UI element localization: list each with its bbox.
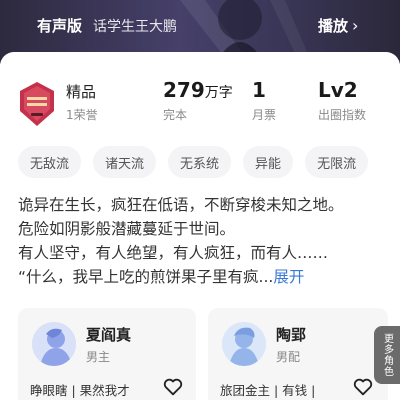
- quality-badge-icon: [20, 82, 54, 126]
- tag-chip[interactable]: 无限流: [305, 146, 369, 178]
- expand-link[interactable]: 展开: [273, 268, 304, 286]
- avatar: [32, 322, 76, 366]
- heart-icon[interactable]: [162, 376, 184, 398]
- play-label: 播放: [318, 17, 349, 35]
- level-value: Lv2: [318, 78, 358, 102]
- synopsis-line: 诡异在生长，疯狂在低语，不断穿梭未知之地。: [18, 196, 344, 214]
- monthly-votes-value: 1: [252, 78, 266, 102]
- audio-narrator: 话学生王大鹏: [93, 19, 177, 35]
- audio-version-label: 有声版: [37, 17, 83, 35]
- chevron-right-icon: ›: [352, 16, 359, 35]
- character-role: 男配: [276, 350, 301, 364]
- tag-chip[interactable]: 无敌流: [18, 146, 82, 178]
- completion-status: 完本: [163, 108, 188, 122]
- avatar: [222, 322, 266, 366]
- synopsis-line: 危险如阴影般潜藏蔓延于世间。: [18, 220, 236, 238]
- heart-icon[interactable]: [352, 376, 374, 398]
- word-count-unit: 万字: [204, 85, 233, 101]
- book-info-sheet: 精品 1荣誉 279万字 完本 1 月票 Lv2 出圈指数 无敌流 诸天流 无系…: [0, 52, 400, 400]
- character-tags: 旅团金主 | 有钱 |: [220, 383, 316, 398]
- tag-chip[interactable]: 诸天流: [93, 146, 157, 178]
- tag-chip[interactable]: 无系统: [168, 146, 232, 178]
- quality-label: 精品: [66, 83, 97, 101]
- honors-count[interactable]: 1荣誉: [66, 106, 98, 123]
- character-name: 陶郢: [276, 326, 307, 344]
- word-count-value: 279: [163, 78, 205, 102]
- word-count: 279万字: [163, 78, 233, 102]
- character-role: 男主: [86, 350, 111, 364]
- character-silhouette-icon: [222, 322, 266, 366]
- character-name: 夏阎真: [86, 326, 132, 344]
- tag-chip[interactable]: 异能: [243, 146, 294, 178]
- level-label[interactable]: 出圈指数: [318, 106, 366, 123]
- play-button[interactable]: 播放 ›: [318, 15, 358, 36]
- monthly-votes-label[interactable]: 月票: [252, 106, 276, 123]
- synopsis-line: 有人坚守，有人绝望，有人疯狂，而有人……: [18, 244, 329, 262]
- character-silhouette-icon: [32, 322, 76, 366]
- more-roles-button[interactable]: 更多角色: [374, 326, 400, 384]
- synopsis[interactable]: 诡异在生长，疯狂在低语，不断穿梭未知之地。 危险如阴影般潜藏蔓延于世间。 有人坚…: [18, 193, 386, 289]
- genre-tags: 无敌流 诸天流 无系统 异能 无限流: [18, 146, 369, 178]
- synopsis-last-line: “什么，我早上吃的煎饼果子里有疯...展开: [18, 265, 386, 289]
- character-tags: 睁眼瞎 | 果然我才: [30, 383, 130, 398]
- synopsis-line: “什么，我早上吃的煎饼果子里有疯...: [18, 268, 274, 286]
